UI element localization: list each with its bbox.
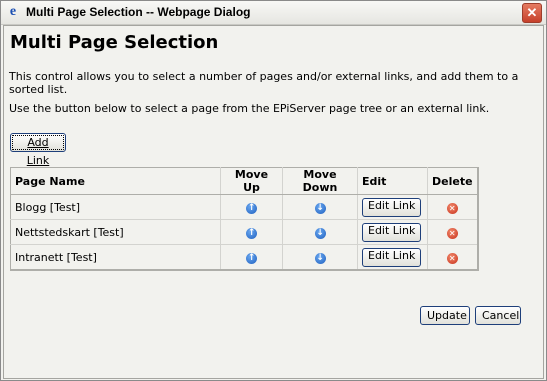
close-button[interactable]: ✕ <box>522 3 542 23</box>
edit-link-button[interactable]: Edit Link <box>362 222 422 242</box>
delete-icon[interactable]: ✕ <box>446 202 458 214</box>
update-button[interactable]: Update <box>420 306 470 325</box>
arrow-down-icon[interactable]: ↓ <box>314 228 326 239</box>
delete-icon[interactable]: ✕ <box>446 252 458 264</box>
arrow-down-icon[interactable]: ↓ <box>314 203 326 214</box>
page-heading: Multi Page Selection <box>10 32 219 53</box>
title-bar: e Multi Page Selection -- Webpage Dialog… <box>1 1 546 25</box>
edit-link-button[interactable]: Edit Link <box>362 197 422 217</box>
header-move-up: Move Up <box>220 167 283 195</box>
description-1: This control allows you to select a numb… <box>9 70 519 96</box>
window-title: Multi Page Selection -- Webpage Dialog <box>26 5 251 19</box>
header-page-name: Page Name <box>10 167 221 195</box>
arrow-down-icon[interactable]: ↓ <box>314 253 326 264</box>
table-row: Blogg [Test] ↑ ↓ Edit Link ✕ <box>10 194 479 220</box>
delete-icon[interactable]: ✕ <box>446 227 458 239</box>
row-page-name: Blogg [Test] <box>10 194 221 220</box>
header-move-down: Move Down <box>282 167 358 195</box>
arrow-up-icon[interactable]: ↑ <box>246 203 257 214</box>
row-page-name: Nettstedskart [Test] <box>10 219 221 245</box>
arrow-up-icon[interactable]: ↑ <box>246 228 257 239</box>
header-edit: Edit <box>357 167 428 195</box>
cancel-button[interactable]: Cancel <box>475 306 521 325</box>
table-header-row: Page Name Move Up Move Down Edit Delete <box>10 167 479 195</box>
edit-link-button[interactable]: Edit Link <box>362 247 422 267</box>
dialog-content: Multi Page Selection This control allows… <box>3 25 544 379</box>
row-page-name: Intranett [Test] <box>10 244 221 271</box>
links-table: Page Name Move Up Move Down Edit Delete … <box>10 167 479 271</box>
add-link-button[interactable]: Add Link <box>10 133 66 167</box>
table-row: Nettstedskart [Test] ↑ ↓ Edit Link ✕ <box>10 219 479 245</box>
table-row: Intranett [Test] ↑ ↓ Edit Link ✕ <box>10 244 479 271</box>
ie-icon: e <box>9 4 17 19</box>
arrow-up-icon[interactable]: ↑ <box>246 253 257 264</box>
dialog-window: e Multi Page Selection -- Webpage Dialog… <box>0 0 547 381</box>
description-2: Use the button below to select a page fr… <box>9 102 490 115</box>
header-delete: Delete <box>427 167 479 195</box>
